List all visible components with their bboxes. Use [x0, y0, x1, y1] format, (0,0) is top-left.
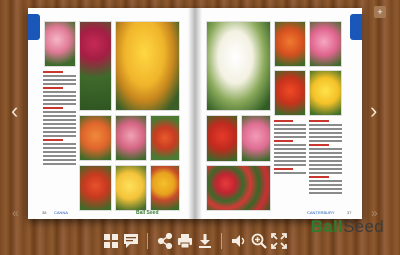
right-section-tab — [350, 14, 362, 40]
right-page[interactable]: CANTERBURY 37 — [195, 8, 362, 219]
flower-photo — [115, 115, 147, 161]
viewer-toolbar — [0, 226, 400, 255]
right-section-label: CANTERBURY — [307, 210, 335, 215]
flower-photo — [79, 21, 112, 111]
flower-photo — [309, 21, 342, 67]
flower-photo — [44, 21, 76, 67]
left-section-label: CANNA — [54, 210, 69, 215]
flower-photo — [206, 115, 238, 162]
product-description — [274, 120, 306, 176]
product-description — [43, 71, 76, 167]
corner-add-button[interactable]: + — [374, 6, 386, 18]
flower-photo — [115, 21, 180, 111]
flower-photo — [309, 70, 342, 116]
flower-photo — [150, 165, 180, 211]
flower-photo — [274, 21, 306, 67]
fullscreen-icon[interactable] — [271, 233, 287, 249]
flipbook-viewer: 38 CANNA Ball Seed CANTERBURY 37 ‹ › « »… — [0, 0, 400, 255]
zoom-in-icon[interactable] — [251, 233, 267, 249]
product-description — [309, 120, 342, 196]
open-book[interactable]: 38 CANNA Ball Seed CANTERBURY 37 — [28, 8, 362, 219]
left-page-logo: Ball Seed — [136, 210, 159, 216]
next-page-arrow[interactable]: › — [370, 100, 377, 122]
left-section-tab — [28, 14, 40, 40]
flower-photo — [206, 165, 271, 211]
right-page-number: 37 — [347, 210, 352, 215]
flower-photo — [206, 21, 271, 111]
thumbnails-grid-icon[interactable] — [103, 233, 119, 249]
flower-photo — [150, 115, 180, 161]
left-page[interactable]: 38 CANNA Ball Seed — [28, 8, 195, 219]
prev-page-arrow[interactable]: ‹ — [11, 100, 18, 122]
left-page-number: 38 — [42, 210, 47, 215]
sound-icon[interactable] — [231, 233, 247, 249]
flower-photo — [241, 115, 271, 162]
toolbar-separator — [221, 233, 222, 249]
toolbar-separator — [147, 233, 148, 249]
table-of-contents-icon[interactable] — [123, 233, 139, 249]
download-icon[interactable] — [197, 233, 213, 249]
first-page-arrow[interactable]: « — [12, 205, 19, 221]
flower-photo — [79, 115, 112, 161]
print-icon[interactable] — [177, 233, 193, 249]
share-icon[interactable] — [157, 233, 173, 249]
flower-photo — [79, 165, 112, 211]
flower-photo — [115, 165, 147, 211]
flower-photo — [274, 70, 306, 116]
